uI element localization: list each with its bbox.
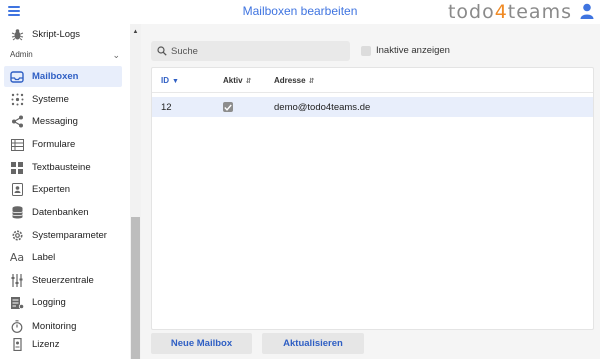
sidebar-item-textbausteine[interactable]: Textbausteine — [0, 157, 130, 178]
contact-card-icon — [10, 183, 24, 197]
sidebar-item-label: Systeme — [32, 94, 69, 105]
section-label: Admin — [10, 50, 33, 59]
sliders-icon — [10, 274, 24, 288]
share-icon — [10, 115, 24, 129]
sidebar-item-systeme[interactable]: Systeme — [0, 89, 130, 110]
chevron-down-icon: ⌄ — [112, 50, 120, 60]
search-input[interactable] — [171, 45, 341, 57]
new-mailbox-button[interactable]: Neue Mailbox — [151, 333, 252, 354]
sidebar-item-skript-logs[interactable]: Skript-Logs — [0, 24, 130, 45]
sidebar-item-label: Datenbanken — [32, 207, 89, 218]
text-format-icon: Aa — [9, 251, 25, 264]
form-list-icon — [10, 138, 24, 152]
sidebar-item-label: Lizenz — [32, 339, 60, 350]
gear-icon — [10, 229, 24, 243]
show-inactive-label: Inaktive anzeigen — [376, 45, 450, 56]
sidebar-item-label: Steuerzentrale — [32, 275, 94, 286]
refresh-button[interactable]: Aktualisieren — [262, 333, 364, 354]
column-header-adresse[interactable]: Adresse ⇵ — [274, 76, 314, 85]
database-icon — [10, 206, 24, 220]
sidebar-item-experten[interactable]: Experten — [0, 179, 130, 200]
search-box[interactable] — [151, 41, 350, 61]
stopwatch-icon — [10, 320, 24, 334]
scroll-up-arrow-icon[interactable]: ▲ — [130, 29, 141, 35]
inbox-icon — [10, 70, 24, 84]
sidebar-item-label: Monitoring — [32, 321, 77, 332]
column-header-id[interactable]: ID ▼ — [161, 76, 179, 85]
sidebar-item-label: Logging — [32, 297, 66, 308]
grid-icon — [10, 161, 24, 175]
cell-id: 12 — [161, 102, 172, 113]
admin-section-toggle[interactable]: Admin ⌄ — [10, 50, 120, 61]
sidebar-item-label: Textbausteine — [32, 162, 91, 173]
bug-icon — [10, 28, 24, 42]
sidebar-item-label-text: Label — [32, 252, 56, 263]
license-icon — [10, 338, 24, 352]
scrollbar-thumb[interactable] — [131, 217, 140, 359]
sidebar-item-messaging[interactable]: Messaging — [0, 111, 130, 132]
table-row[interactable]: 12 demo@todo4teams.de — [152, 97, 593, 117]
sidebar-item-datenbanken[interactable]: Datenbanken — [0, 202, 130, 223]
show-inactive-checkbox[interactable] — [361, 45, 371, 56]
top-bar: Mailboxen bearbeiten todo4teams — [0, 0, 600, 24]
checkmark-icon — [224, 104, 232, 111]
active-checkbox[interactable] — [223, 102, 233, 112]
sidebar-item-label: Skript-Logs — [32, 29, 81, 40]
sidebar-item-label: Experten — [32, 184, 71, 195]
sidebar-item-formulare[interactable]: Formulare — [0, 134, 130, 155]
sidebar-item-label: Systemparameter — [32, 230, 107, 241]
log-list-icon — [10, 296, 24, 310]
show-inactive-toggle[interactable]: Inaktive anzeigen — [361, 45, 450, 56]
table-header: ID ▼ Aktiv ⇵ Adresse ⇵ — [152, 68, 593, 93]
sort-icon: ⇵ — [245, 78, 252, 85]
sidebar-item-label: Formulare — [32, 139, 76, 150]
network-icon — [10, 93, 24, 107]
sidebar-item-label: Mailboxen — [32, 71, 79, 82]
sidebar-item-label: Messaging — [32, 116, 78, 127]
sidebar-item-steuerzentrale[interactable]: Steuerzentrale — [0, 270, 130, 291]
sidebar-item-lizenz[interactable]: Lizenz — [0, 334, 130, 355]
column-header-aktiv[interactable]: Aktiv ⇵ — [223, 76, 251, 85]
search-icon — [157, 46, 167, 56]
main-content: Inaktive anzeigen ID▼ Aktiv⇵ Adresse⇵ 12… — [141, 24, 600, 359]
sidebar-scrollbar[interactable]: ▲ — [130, 24, 141, 359]
sidebar-item-label[interactable]: Aa Label — [0, 247, 130, 268]
mailbox-table: ID ▼ Aktiv ⇵ Adresse ⇵ 12 demo@todo4teams.d… — [151, 67, 594, 330]
cell-address: demo@todo4teams.de — [274, 102, 371, 113]
sidebar-item-mailboxen[interactable]: Mailboxen — [4, 66, 122, 87]
sort-icon: ⇵ — [308, 78, 315, 85]
logo: todo4teams — [447, 1, 572, 23]
sidebar-item-logging[interactable]: Logging — [0, 292, 130, 313]
sort-desc-icon: ▼ — [172, 78, 179, 85]
user-icon[interactable] — [580, 3, 594, 19]
sidebar: Skript-Logs Admin ⌄ Mailboxen Systeme Me… — [0, 24, 141, 359]
sidebar-item-systemparameter[interactable]: Systemparameter — [0, 225, 130, 246]
